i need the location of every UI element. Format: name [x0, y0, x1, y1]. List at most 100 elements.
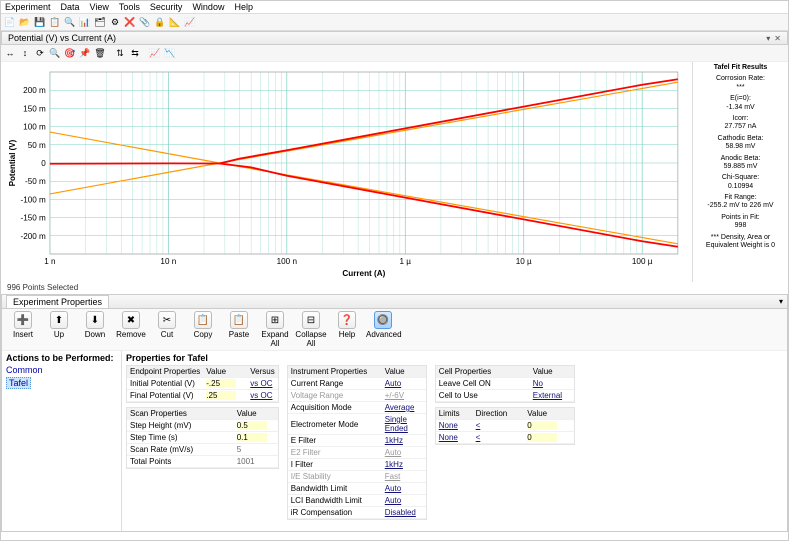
chart-tool-target-icon[interactable]: 🎯 — [63, 46, 77, 60]
prop-value[interactable]: 1kHz — [385, 436, 403, 445]
chart-tool-zoom-icon[interactable]: 🔍 — [48, 46, 62, 60]
prop-label: Bandwidth Limit — [288, 483, 382, 495]
tab-experiment-properties[interactable]: Experiment Properties — [6, 295, 109, 308]
prop-versus[interactable]: vs OC — [250, 391, 272, 400]
toolbar-paste[interactable]: 📋Paste — [222, 311, 256, 348]
table-row: Scan Rate (mV/s)5 — [127, 444, 278, 456]
menu-tools[interactable]: Tools — [119, 2, 140, 12]
limit-value[interactable]: 0 — [527, 421, 557, 430]
limit-type[interactable]: None — [439, 421, 458, 430]
chart-tool-series2-icon[interactable]: 📉 — [163, 46, 177, 60]
limit-type[interactable]: None — [439, 433, 458, 442]
toolbar-paste-icon[interactable]: 📋 — [48, 15, 62, 29]
results-panel: Tafel Fit Results Corrosion Rate: *** E(… — [692, 62, 788, 282]
prop-value[interactable]: No — [533, 379, 543, 388]
help-icon: ❓ — [338, 311, 356, 329]
action-tafel[interactable]: Tafel — [6, 377, 31, 389]
limit-direction[interactable]: < — [476, 433, 481, 442]
points-fit-value: 998 — [696, 222, 785, 230]
prop-value[interactable]: Average — [385, 403, 415, 412]
copy-icon: 📋 — [194, 311, 212, 329]
prop-label: Cell to Use — [436, 390, 530, 402]
limit-direction[interactable]: < — [476, 421, 481, 430]
prop-value[interactable]: .25 — [206, 391, 236, 400]
toolbar-stop-icon[interactable]: ❌ — [123, 15, 137, 29]
toolbar-new-icon[interactable]: 📄 — [3, 15, 17, 29]
toolbar-attach-icon[interactable]: 📎 — [138, 15, 152, 29]
group-scan: Scan PropertiesValueStep Height (mV)0.5S… — [126, 407, 279, 469]
menu-window[interactable]: Window — [192, 2, 224, 12]
chart-tool-pin-icon[interactable]: 📌 — [78, 46, 92, 60]
toolbar-advanced[interactable]: 🔘Advanced — [366, 311, 400, 348]
prop-label: LCI Bandwidth Limit — [288, 495, 382, 507]
properties-dropdown-icon[interactable]: ▾ — [779, 297, 783, 306]
toolbar-save-icon[interactable]: 💾 — [33, 15, 47, 29]
chart-tool-panx-icon[interactable]: ↔ — [3, 46, 17, 60]
pin-icon[interactable]: ▾ — [766, 34, 770, 43]
toolbar-open-icon[interactable]: 📂 — [18, 15, 32, 29]
prop-versus[interactable]: vs OC — [250, 379, 272, 388]
toolbar-gear-icon[interactable]: ⚙ — [108, 15, 122, 29]
svg-text:100 m: 100 m — [23, 123, 46, 132]
chart-toolbar: ↔ ↕ ⟳ 🔍 🎯 📌 🗑 ⇅ ⇆ 📈 📉 — [1, 45, 788, 62]
chart-panel-header: Potential (V) vs Current (A) ▾ ✕ — [1, 31, 788, 45]
actions-column: Actions to be Performed: Common Tafel — [2, 351, 122, 531]
svg-text:10 n: 10 n — [160, 257, 176, 266]
chi-label: Chi-Square: — [696, 174, 785, 182]
toolbar-ruler-icon[interactable]: 📐 — [168, 15, 182, 29]
toolbar-tabs-icon[interactable]: 🗂 — [93, 15, 107, 29]
limit-value[interactable]: 0 — [527, 433, 557, 442]
toolbar-copy[interactable]: 📋Copy — [186, 311, 220, 348]
prop-value[interactable]: Auto — [385, 496, 401, 505]
svg-text:1 µ: 1 µ — [400, 257, 412, 266]
prop-value[interactable]: 0.1 — [237, 433, 267, 442]
toolbar-cut[interactable]: ✂Cut — [150, 311, 184, 348]
prop-value[interactable]: External — [533, 391, 562, 400]
toolbar-help[interactable]: ❓Help — [330, 311, 364, 348]
toolbar-label: Copy — [186, 330, 220, 339]
toolbar-lock-icon[interactable]: 🔒 — [153, 15, 167, 29]
col-header: Value — [203, 366, 247, 378]
prop-value[interactable]: Auto — [385, 379, 401, 388]
toolbar-up[interactable]: ⬆Up — [42, 311, 76, 348]
toolbar-chart-icon[interactable]: 📊 — [78, 15, 92, 29]
chart-area[interactable]: 200 m150 m100 m50 m0-50 m-100 m-150 m-20… — [1, 62, 692, 282]
toolbar-down[interactable]: ⬇Down — [78, 311, 112, 348]
prop-value[interactable]: 0.5 — [237, 421, 267, 430]
prop-value[interactable]: Single Ended — [385, 415, 408, 433]
corrosion-rate-label: Corrosion Rate: — [696, 75, 785, 83]
prop-value[interactable]: 1kHz — [385, 460, 403, 469]
prop-value[interactable]: -.25 — [206, 379, 236, 388]
table-row: E Filter1kHz — [288, 435, 426, 447]
prop-value[interactable]: Auto — [385, 484, 401, 493]
menu-data[interactable]: Data — [61, 2, 80, 12]
chart-tool-pany-icon[interactable]: ↕ — [18, 46, 32, 60]
chart-tool-clear-icon[interactable]: 🗑 — [93, 46, 107, 60]
expand-all-icon: ⊞ — [266, 311, 284, 329]
table-row: Step Time (s)0.1 — [127, 432, 278, 444]
toolbar-plot-icon[interactable]: 📈 — [183, 15, 197, 29]
insert-icon: ➕ — [14, 311, 32, 329]
svg-text:-150 m: -150 m — [20, 214, 46, 223]
chart-tool-flipv-icon[interactable]: ⇆ — [128, 46, 142, 60]
menu-security[interactable]: Security — [150, 2, 183, 12]
group-endpoint: Endpoint PropertiesValueVersusInitial Po… — [126, 365, 279, 403]
prop-value[interactable]: Fast — [385, 472, 401, 481]
action-common[interactable]: Common — [6, 365, 117, 375]
toolbar-insert[interactable]: ➕Insert — [6, 311, 40, 348]
toolbar-zoom-icon[interactable]: 🔍 — [63, 15, 77, 29]
toolbar-collapse-all[interactable]: ⊟Collapse All — [294, 311, 328, 348]
chart-tool-series1-icon[interactable]: 📈 — [148, 46, 162, 60]
menu-experiment[interactable]: Experiment — [5, 2, 51, 12]
chart-tool-reset-icon[interactable]: ⟳ — [33, 46, 47, 60]
prop-value[interactable]: +/-6V — [385, 391, 404, 400]
menu-view[interactable]: View — [90, 2, 109, 12]
toolbar-expand-all[interactable]: ⊞Expand All — [258, 311, 292, 348]
advanced-icon: 🔘 — [374, 311, 392, 329]
prop-value[interactable]: Auto — [385, 448, 401, 457]
toolbar-remove[interactable]: ✖Remove — [114, 311, 148, 348]
close-icon[interactable]: ✕ — [774, 34, 781, 43]
chart-tool-fliph-icon[interactable]: ⇅ — [113, 46, 127, 60]
prop-value[interactable]: Disabled — [385, 508, 416, 517]
menu-help[interactable]: Help — [234, 2, 253, 12]
